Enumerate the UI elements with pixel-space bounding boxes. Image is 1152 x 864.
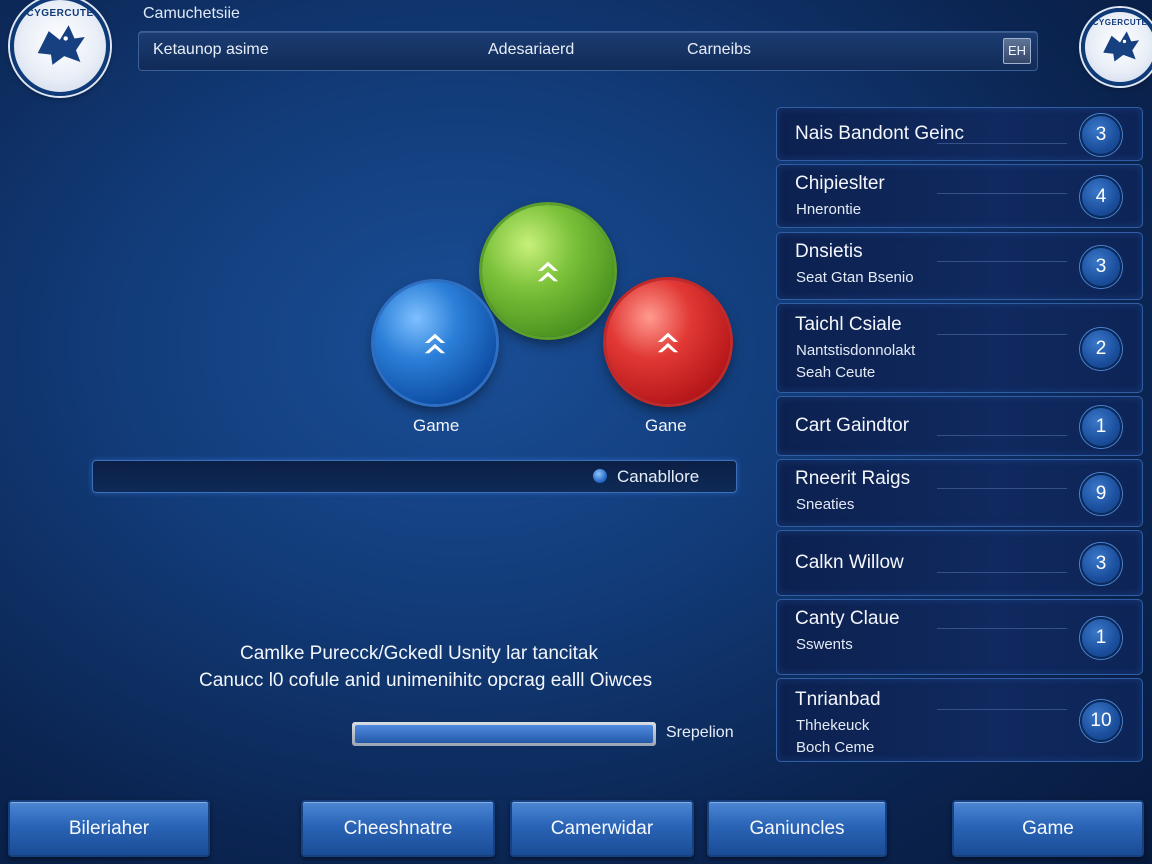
status-text: Canabllore <box>617 467 700 486</box>
leaderboard-item-title: Calkn Willow <box>795 552 904 573</box>
leaderboard-divider <box>937 488 1067 489</box>
red-orb-label: Gane <box>645 416 687 435</box>
status-bar[interactable]: Canabllore <box>92 460 737 493</box>
leaderboard-item-title: Rneerit Raigs <box>795 468 911 489</box>
top-menu-bar: Ketaunop asime Adesariaerd Carneibs EH <box>138 31 1038 71</box>
wolf-emblem-icon <box>37 25 86 66</box>
menu-item-right[interactable]: Carneibs <box>687 41 751 59</box>
leaderboard-item[interactable]: Taichl Csiale Nantstisdonnolakt Seah Ceute… <box>776 303 1143 393</box>
rank-badge: 10 <box>1080 700 1122 742</box>
rank-badge: 9 <box>1080 473 1122 515</box>
leaderboard-item-subtitle: Thhekeuck <box>796 717 870 734</box>
leaderboard-item-subtitle: Nantstisdonnolakt <box>796 342 916 359</box>
red-game-orb[interactable] <box>606 280 730 404</box>
logo-text-right: CYGERCUTE <box>1092 18 1148 27</box>
leaderboard-item[interactable]: Dnsietis Seat Gtan Bsenio 3 <box>776 232 1143 300</box>
progress-bar <box>352 722 656 746</box>
leaderboard-item[interactable]: Canty Claue Sswents 1 <box>776 599 1143 675</box>
bottom-button-2[interactable]: Cheeshnatre <box>301 800 495 857</box>
progress-track <box>355 725 653 743</box>
rank-badge: 2 <box>1080 328 1122 370</box>
leaderboard-item-title: Tnrianbad <box>795 689 881 710</box>
menu-item-center[interactable]: Adesariaerd <box>488 41 574 59</box>
bottom-button-4[interactable]: Ganiuncles <box>707 800 887 857</box>
leaderboard-item-subtitle: Sneaties <box>796 496 855 513</box>
double-chevron-up-icon <box>537 261 559 282</box>
leaderboard-item[interactable]: Calkn Willow 3 <box>776 530 1143 596</box>
bottom-button-5[interactable]: Game <box>952 800 1144 857</box>
rank-badge: 3 <box>1080 114 1122 156</box>
leaderboard-item-title: Cart Gaindtor <box>795 415 910 436</box>
blue-game-orb[interactable] <box>374 282 496 404</box>
app-title: Camuchetsiie <box>143 5 240 22</box>
leaderboard-divider <box>937 193 1067 194</box>
leaderboard-item-subtitle: Seat Gtan Bsenio <box>796 269 914 286</box>
leaderboard-item[interactable]: Tnrianbad Thhekeuck Boch Ceme 10 <box>776 678 1143 762</box>
menu-item-left[interactable]: Ketaunop asime <box>153 41 269 59</box>
status-dot-icon <box>593 469 607 483</box>
leaderboard-item[interactable]: Nais Bandont Geinc 3 <box>776 107 1143 161</box>
leaderboard-divider <box>937 572 1067 573</box>
leaderboard-item-subtitle: Hnerontie <box>796 201 862 218</box>
topbar-button[interactable]: EH <box>1003 38 1031 64</box>
team-logo-right: CYGERCUTE <box>1081 8 1152 86</box>
leaderboard-item-subtitle: Boch Ceme <box>796 739 875 756</box>
leaderboard-divider <box>937 261 1067 262</box>
leaderboard-item-title: Dnsietis <box>795 241 863 262</box>
rank-badge: 1 <box>1080 617 1122 659</box>
logo-text-left: CYGERCUTE <box>26 8 94 19</box>
description-line-1: Camlke Purecck/Gckedl Usnity lar tancita… <box>240 643 598 664</box>
leaderboard-item-title: Chipieslter <box>795 173 885 194</box>
rank-badge: 1 <box>1080 406 1122 448</box>
blue-orb-label: Game <box>413 416 460 435</box>
description-line-2: Canucc l0 cofule anid unimenihitc opcrag… <box>199 670 653 691</box>
team-logo-left: CYGERCUTE <box>10 0 110 96</box>
leaderboard-divider <box>937 143 1067 144</box>
double-chevron-up-icon <box>657 332 679 353</box>
leaderboard-item[interactable]: Cart Gaindtor 1 <box>776 396 1143 456</box>
leaderboard-item[interactable]: Chipieslter Hnerontie 4 <box>776 164 1143 228</box>
leaderboard-item-title: Canty Claue <box>795 608 900 629</box>
rank-badge: 3 <box>1080 246 1122 288</box>
double-chevron-up-icon <box>424 333 446 354</box>
leaderboard-divider <box>937 709 1067 710</box>
bottom-button-1[interactable]: Bileriaher <box>8 800 210 857</box>
rank-badge: 3 <box>1080 543 1122 585</box>
leaderboard-divider <box>937 334 1067 335</box>
leaderboard-item-subtitle: Sswents <box>796 636 853 653</box>
bottom-button-3[interactable]: Camerwidar <box>510 800 694 857</box>
wolf-emblem-icon <box>1103 31 1140 62</box>
rank-badge: 4 <box>1080 176 1122 218</box>
leaderboard-item-title: Nais Bandont Geinc <box>795 123 964 144</box>
progress-label: Srepelion <box>666 724 734 741</box>
progress-fill <box>355 725 653 743</box>
leaderboard-item[interactable]: Rneerit Raigs Sneaties 9 <box>776 459 1143 527</box>
leaderboard-divider <box>937 435 1067 436</box>
leaderboard-divider <box>937 628 1067 629</box>
green-game-orb[interactable] <box>482 205 614 337</box>
leaderboard-item-title: Taichl Csiale <box>795 314 902 335</box>
leaderboard-item-subtitle: Seah Ceute <box>796 364 876 381</box>
